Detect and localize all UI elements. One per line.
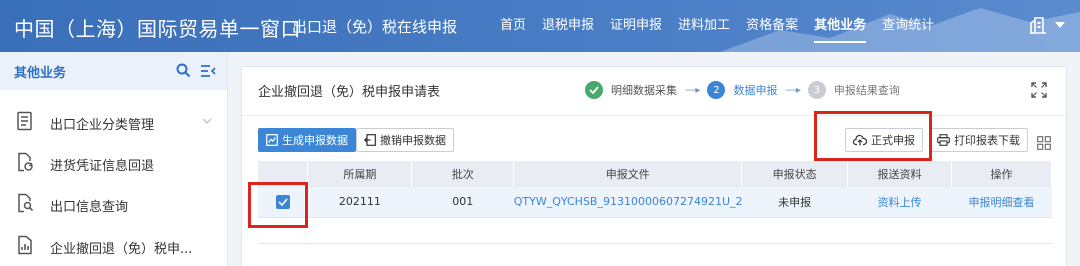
fullscreen-icon[interactable] [1031,82,1047,98]
printer-icon [937,134,950,146]
generate-data-label: 生成申报数据 [282,134,348,147]
chevron-down-icon [202,118,212,124]
main-nav: 首页 退税申报 证明申报 进料加工 资格备案 其他业务 查询统计 [492,0,942,52]
document-refresh-icon [18,152,33,172]
search-icon[interactable] [176,63,191,78]
revoke-data-button[interactable]: 撤销申报数据 [356,128,454,152]
page-title: 企业撤回退（免）税申报申请表 [258,85,441,100]
step-label-declare: 数据申报 [733,84,778,97]
step-number: 3 [807,81,826,99]
status-cell: 未申报 [741,187,848,218]
table-header-row: 所属期 批次 申报文件 申报状态 报送资料 操作 [258,161,1052,187]
nav-item-statistics[interactable]: 查询统计 [874,0,942,52]
progress-steps: 明细数据采集 ----▸ 2 数据申报 ----▸ 3 申报结果查询 [585,79,900,101]
sidebar: 其他业务 出口企业分类管理 进货凭证信息回退 出口信息查询 企业撤回退（免）税申… [0,52,228,266]
print-report-label: 打印报表下载 [954,134,1020,147]
sidebar-item-voucher-rollback[interactable]: 进货凭证信息回退 [0,143,228,183]
view-details-link[interactable]: 申报明细查看 [951,187,1052,218]
highlight-box-formal-declare [814,111,932,161]
step-label-collect: 明细数据采集 [611,84,677,97]
brand-title: 中国（上海）国际贸易单一窗口 [14,17,301,41]
highlight-box-row-checkbox [248,182,308,228]
step-done-icon [585,81,603,99]
revoke-data-label: 撤销申报数据 [380,134,446,147]
column-header-materials: 报送资料 [847,161,952,187]
column-header-period: 所属期 [307,161,413,187]
table-row-empty [258,217,1052,244]
sidebar-item-label: 出口信息查询 [50,200,129,215]
nav-item-tax-refund[interactable]: 退税申报 [534,0,602,52]
building-icon [1030,17,1046,34]
generate-data-button[interactable]: 生成申报数据 [258,128,356,152]
declaration-table: 所属期 批次 申报文件 申报状态 报送资料 操作 202111 001 QTYW… [258,161,1052,244]
caret-down-icon [1055,22,1065,28]
upload-materials-link[interactable]: 资料上传 [847,187,952,218]
sidebar-item-label: 企业撤回退（免）税申... [50,242,193,257]
table-row[interactable]: 202111 001 QTYW_QYCHSB_91310000607274921… [258,187,1052,218]
undo-icon [364,134,376,146]
document-list-icon [17,111,32,131]
sidebar-item-label: 出口企业分类管理 [50,118,155,133]
step-number: 2 [707,81,726,99]
document-search-icon [18,193,34,213]
column-header-batch: 批次 [411,161,515,187]
sidebar-header: 其他业务 [0,52,227,90]
print-report-button[interactable]: 打印报表下载 [929,128,1028,152]
sidebar-item-revoke-tax-application[interactable]: 企业撤回退（免）税申... [0,226,228,266]
user-menu[interactable] [1028,14,1068,36]
system-subtitle: 出口退（免）税在线申报 [292,18,458,36]
chart-icon [266,134,278,146]
column-settings-icon[interactable] [1037,136,1051,150]
nav-item-qualification[interactable]: 资格备案 [738,0,806,52]
nav-item-processing[interactable]: 进料加工 [670,0,738,52]
period-cell: 202111 [307,187,412,218]
column-header-status: 申报状态 [741,161,849,187]
top-header: 中国（上海）国际贸易单一窗口 出口退（免）税在线申报 首页 退税申报 证明申报 … [0,0,1080,52]
main-panel: 企业撤回退（免）税申报申请表 明细数据采集 ----▸ 2 数据申报 ----▸… [241,66,1068,266]
declaration-file-link[interactable]: QTYW_QYCHSB_91310000607274921U_20 [513,187,742,218]
step-arrow: ----▸ [685,84,700,96]
document-chart-icon [18,235,32,255]
sidebar-item-label: 进货凭证信息回退 [50,159,155,174]
column-header-file: 申报文件 [513,161,743,187]
step-label-result: 申报结果查询 [833,84,900,97]
sidebar-item-export-query[interactable]: 出口信息查询 [0,184,228,224]
batch-cell: 001 [411,187,514,218]
nav-item-certificate[interactable]: 证明申报 [602,0,670,52]
nav-item-other[interactable]: 其他业务 [806,0,874,52]
divider [242,115,1068,116]
collapse-menu-icon[interactable] [200,64,216,78]
nav-item-home[interactable]: 首页 [492,0,534,52]
sidebar-item-export-classification[interactable]: 出口企业分类管理 [0,102,228,142]
column-header-action: 操作 [951,161,1052,187]
sidebar-title: 其他业务 [14,65,67,81]
step-arrow: ----▸ [785,84,800,96]
